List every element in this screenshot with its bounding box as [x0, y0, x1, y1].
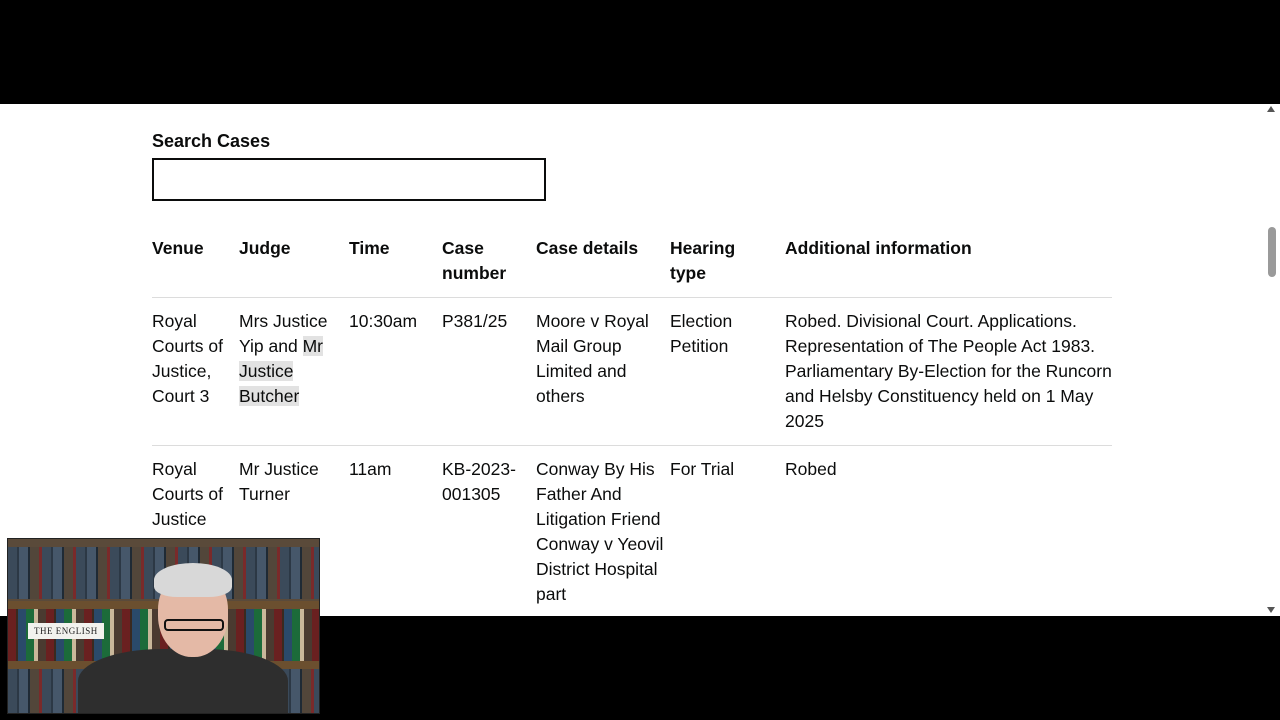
cell-hearing-type: For Trial [670, 445, 785, 616]
cell-case-details: Conway By His Father And Litigation Frie… [536, 445, 670, 616]
header-time: Time [349, 232, 442, 298]
header-venue: Venue [152, 232, 239, 298]
table-header-row: Venue Judge Time Case number Case detail… [152, 232, 1112, 298]
cell-case-number: P381/25 [442, 297, 536, 446]
search-label: Search Cases [152, 131, 271, 151]
table-row: Royal Courts of Justice, Court 3 Mrs Jus… [152, 297, 1112, 446]
cell-case-number: KB-2023-001305 [442, 445, 536, 616]
scroll-down-arrow-icon[interactable] [1267, 607, 1275, 613]
cell-additional-information: Robed. Divisional Court. Applications. R… [785, 297, 1112, 446]
scrollbar-thumb[interactable] [1268, 227, 1276, 277]
header-additional-information: Additional information [785, 232, 1112, 298]
cell-time: 10:30am [349, 297, 442, 446]
cell-case-details: Moore v Royal Mail Group Limited and oth… [536, 297, 670, 446]
scroll-up-arrow-icon[interactable] [1267, 106, 1275, 112]
presenter-body [78, 649, 288, 713]
header-case-number: Case number [442, 232, 536, 298]
header-judge: Judge [239, 232, 349, 298]
book-spine-label: THE ENGLISH [28, 623, 104, 639]
cell-time: 11am [349, 445, 442, 616]
header-case-details: Case details [536, 232, 670, 298]
header-hearing-type: Hearing type [670, 232, 785, 298]
glasses-icon [164, 619, 224, 631]
cell-additional-information: Robed [785, 445, 1112, 616]
webcam-overlay: THE ENGLISH [7, 538, 320, 714]
search-cases-input[interactable] [152, 158, 546, 201]
presenter-hair [154, 563, 232, 597]
cell-venue: Royal Courts of Justice, Court 3 [152, 297, 239, 446]
cell-hearing-type: Election Petition [670, 297, 785, 446]
judge-text: Mr Justice Turner [239, 459, 319, 504]
vertical-scrollbar[interactable] [1263, 104, 1280, 616]
cell-judge: Mrs Justice Yip and Mr Justice Butcher [239, 297, 349, 446]
